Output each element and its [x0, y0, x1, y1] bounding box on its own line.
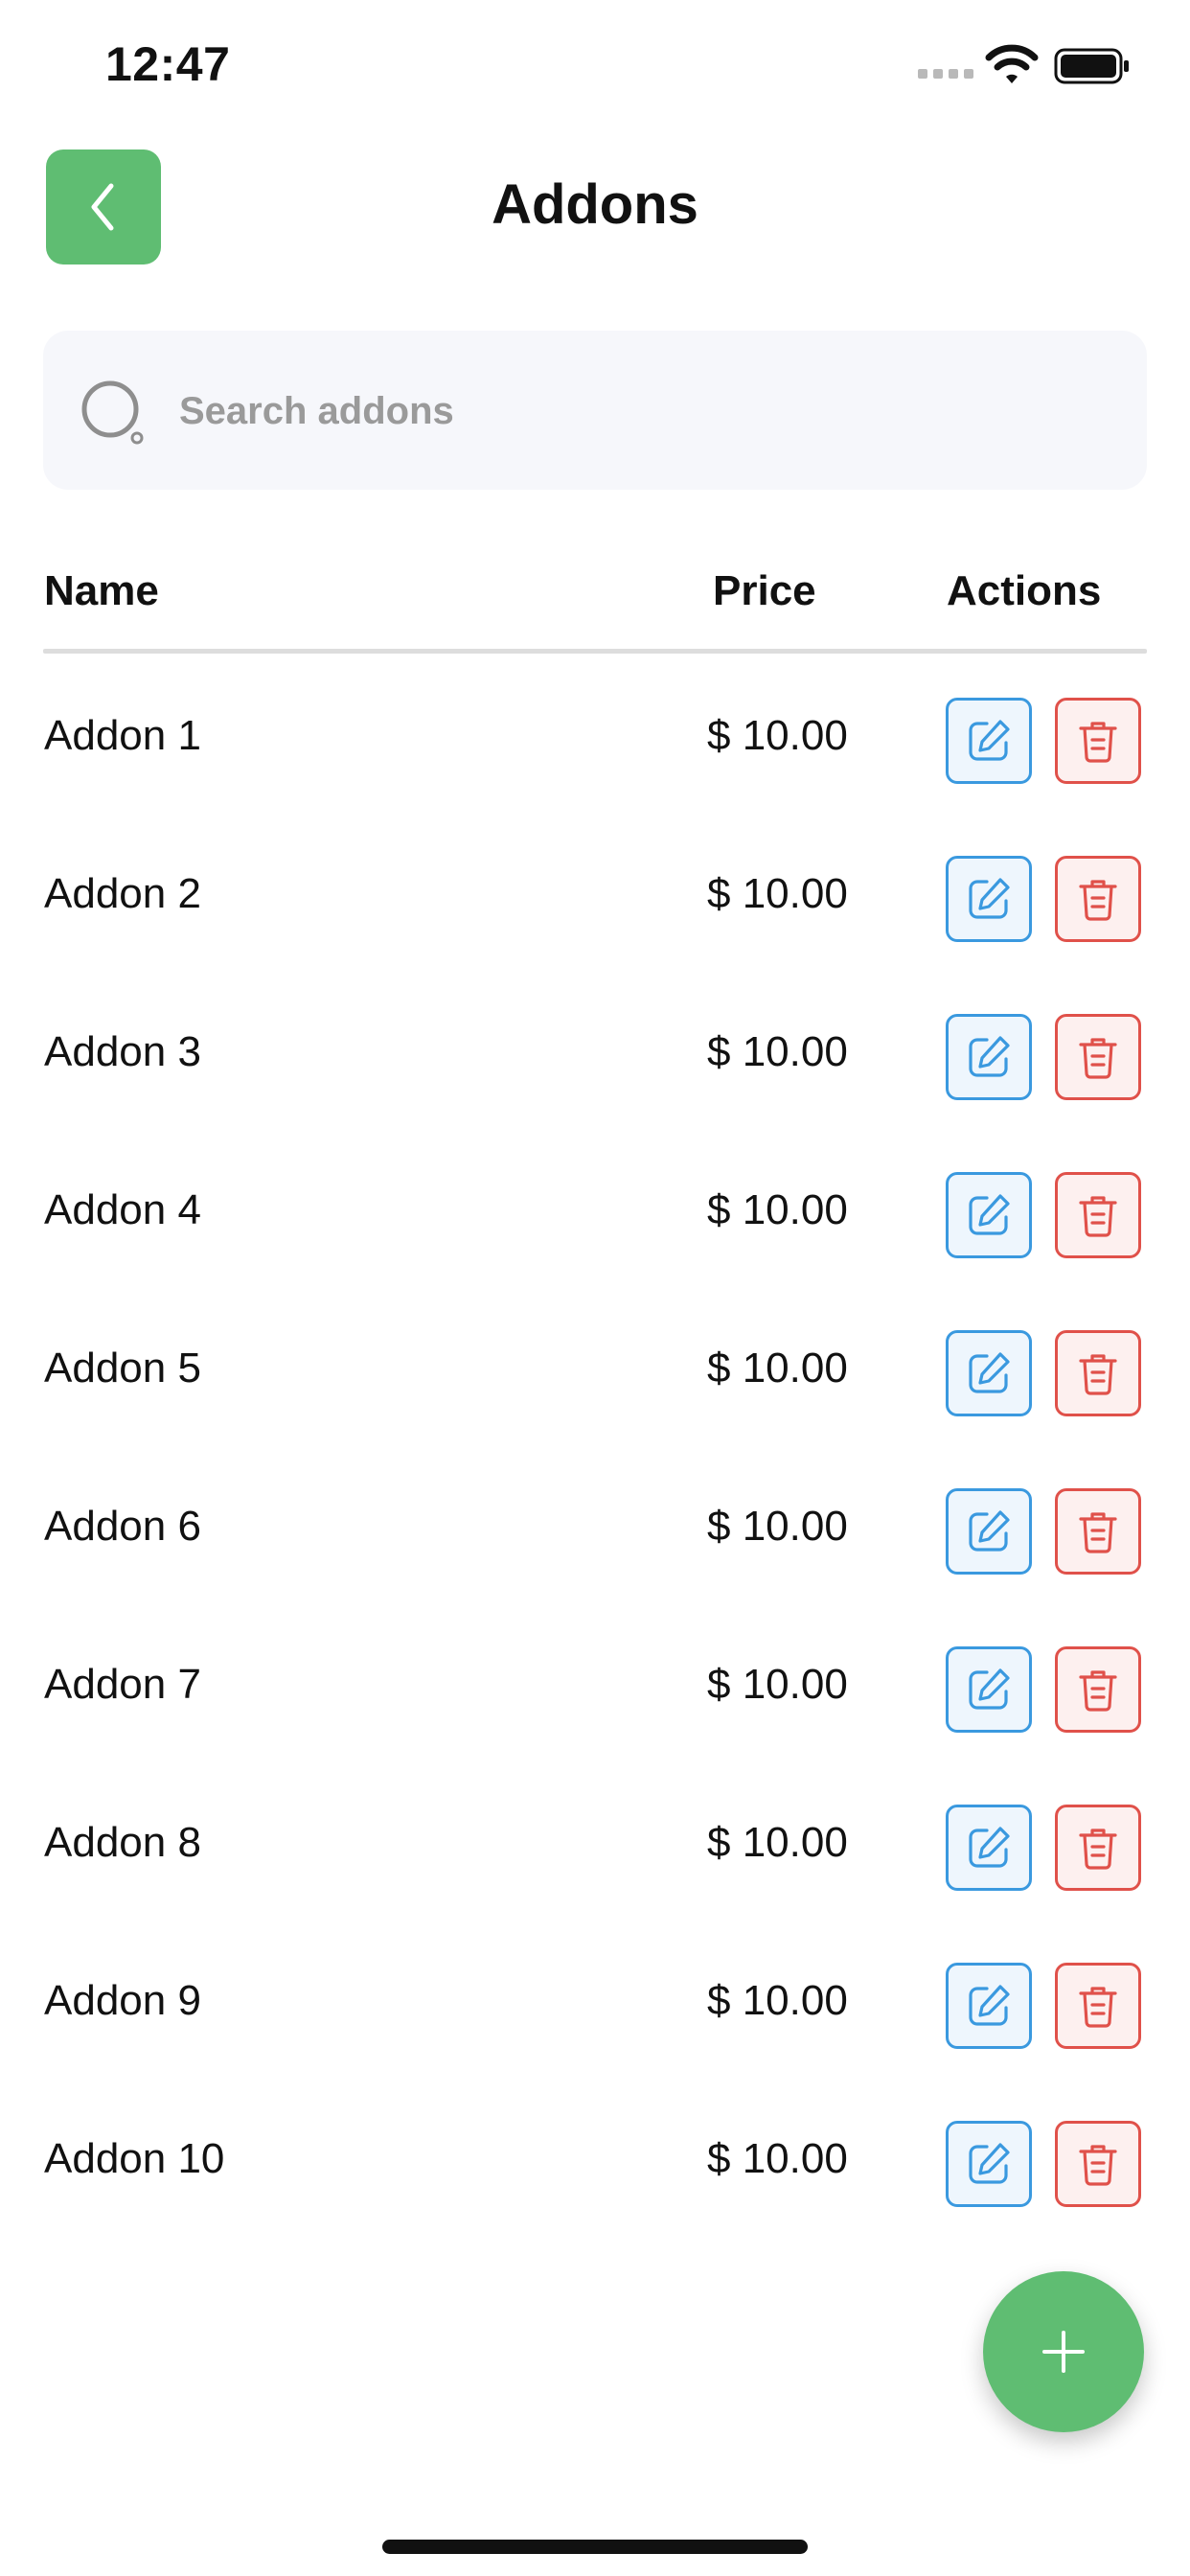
- addon-name: Addon 6: [44, 1503, 201, 1550]
- addons-table-body: Addon 1 $ 10.00 Addon 2 $ 10.00 Addon 3 …: [0, 655, 1190, 2236]
- edit-icon: [969, 1510, 1010, 1552]
- edit-button[interactable]: [946, 1488, 1032, 1575]
- home-indicator[interactable]: [382, 2540, 808, 2554]
- trash-icon: [1079, 2145, 1117, 2186]
- trash-icon: [1079, 1987, 1117, 2028]
- addon-name: Addon 1: [44, 712, 201, 759]
- addon-price: $ 10.00: [707, 870, 848, 917]
- edit-button[interactable]: [946, 2121, 1032, 2207]
- addon-name: Addon 3: [44, 1028, 201, 1075]
- column-header-actions: Actions: [947, 567, 1102, 614]
- page-title: Addons: [492, 173, 698, 236]
- delete-button[interactable]: [1055, 698, 1141, 784]
- edit-button[interactable]: [946, 1014, 1032, 1100]
- trash-icon: [1079, 1038, 1117, 1079]
- delete-button[interactable]: [1055, 2121, 1141, 2207]
- table-row: Addon 3 $ 10.00: [0, 971, 1190, 1129]
- edit-button[interactable]: [946, 1963, 1032, 2049]
- addon-price: $ 10.00: [707, 1819, 848, 1866]
- search-icon: [81, 380, 144, 445]
- addon-name: Addon 5: [44, 1345, 201, 1392]
- delete-button[interactable]: [1055, 1014, 1141, 1100]
- addon-price: $ 10.00: [707, 2135, 848, 2182]
- edit-button[interactable]: [946, 698, 1032, 784]
- table-row: Addon 7 $ 10.00: [0, 1603, 1190, 1761]
- table-row: Addon 5 $ 10.00: [0, 1287, 1190, 1445]
- edit-icon: [969, 720, 1010, 761]
- addon-price: $ 10.00: [707, 1977, 848, 2024]
- add-addon-button[interactable]: [983, 2271, 1144, 2432]
- trash-icon: [1079, 1828, 1117, 1870]
- delete-button[interactable]: [1055, 1963, 1141, 2049]
- delete-button[interactable]: [1055, 1330, 1141, 1416]
- addon-name: Addon 10: [44, 2135, 225, 2182]
- trash-icon: [1079, 722, 1117, 763]
- addon-price: $ 10.00: [707, 712, 848, 759]
- addon-price: $ 10.00: [707, 1028, 848, 1075]
- edit-icon: [969, 2143, 1010, 2184]
- addon-price: $ 10.00: [707, 1345, 848, 1392]
- delete-button[interactable]: [1055, 1172, 1141, 1258]
- wifi-icon: [985, 44, 1039, 83]
- delete-button[interactable]: [1055, 1488, 1141, 1575]
- delete-button[interactable]: [1055, 1646, 1141, 1733]
- trash-icon: [1079, 1670, 1117, 1712]
- addon-name: Addon 9: [44, 1977, 201, 2024]
- addon-price: $ 10.00: [707, 1186, 848, 1233]
- addon-name: Addon 2: [44, 870, 201, 917]
- table-row: Addon 4 $ 10.00: [0, 1129, 1190, 1287]
- addons-screen: 12:47 Addons Name Price Actions: [0, 0, 1190, 2576]
- table-row: Addon 1 $ 10.00: [0, 655, 1190, 813]
- edit-button[interactable]: [946, 1330, 1032, 1416]
- cellular-signal-icon: [918, 69, 973, 79]
- battery-icon: [1054, 48, 1129, 84]
- table-row: Addon 9 $ 10.00: [0, 1920, 1190, 2078]
- addon-price: $ 10.00: [707, 1503, 848, 1550]
- addon-name: Addon 7: [44, 1661, 201, 1708]
- edit-icon: [969, 1194, 1010, 1235]
- addon-name: Addon 4: [44, 1186, 201, 1233]
- column-header-name: Name: [44, 567, 159, 614]
- edit-button[interactable]: [946, 1172, 1032, 1258]
- edit-icon: [969, 1668, 1010, 1710]
- table-row: Addon 8 $ 10.00: [0, 1761, 1190, 1920]
- search-bar[interactable]: [43, 331, 1147, 490]
- edit-icon: [969, 878, 1010, 919]
- edit-icon: [969, 1352, 1010, 1393]
- edit-button[interactable]: [946, 856, 1032, 942]
- table-header-divider: [43, 649, 1147, 654]
- status-bar: 12:47: [0, 0, 1190, 134]
- table-row: Addon 10 $ 10.00: [0, 2078, 1190, 2236]
- table-row: Addon 2 $ 10.00: [0, 813, 1190, 971]
- edit-icon: [969, 1036, 1010, 1077]
- trash-icon: [1079, 1196, 1117, 1237]
- edit-icon: [969, 1827, 1010, 1868]
- edit-icon: [969, 1985, 1010, 2026]
- delete-button[interactable]: [1055, 1805, 1141, 1891]
- delete-button[interactable]: [1055, 856, 1141, 942]
- edit-button[interactable]: [946, 1805, 1032, 1891]
- addon-name: Addon 8: [44, 1819, 201, 1866]
- trash-icon: [1079, 1512, 1117, 1553]
- addon-price: $ 10.00: [707, 1661, 848, 1708]
- plus-icon: [1042, 2331, 1085, 2373]
- table-row: Addon 6 $ 10.00: [0, 1445, 1190, 1603]
- column-header-price: Price: [713, 567, 816, 614]
- status-time: 12:47: [105, 37, 231, 91]
- trash-icon: [1079, 880, 1117, 921]
- edit-button[interactable]: [946, 1646, 1032, 1733]
- search-input[interactable]: [179, 377, 1099, 446]
- trash-icon: [1079, 1354, 1117, 1395]
